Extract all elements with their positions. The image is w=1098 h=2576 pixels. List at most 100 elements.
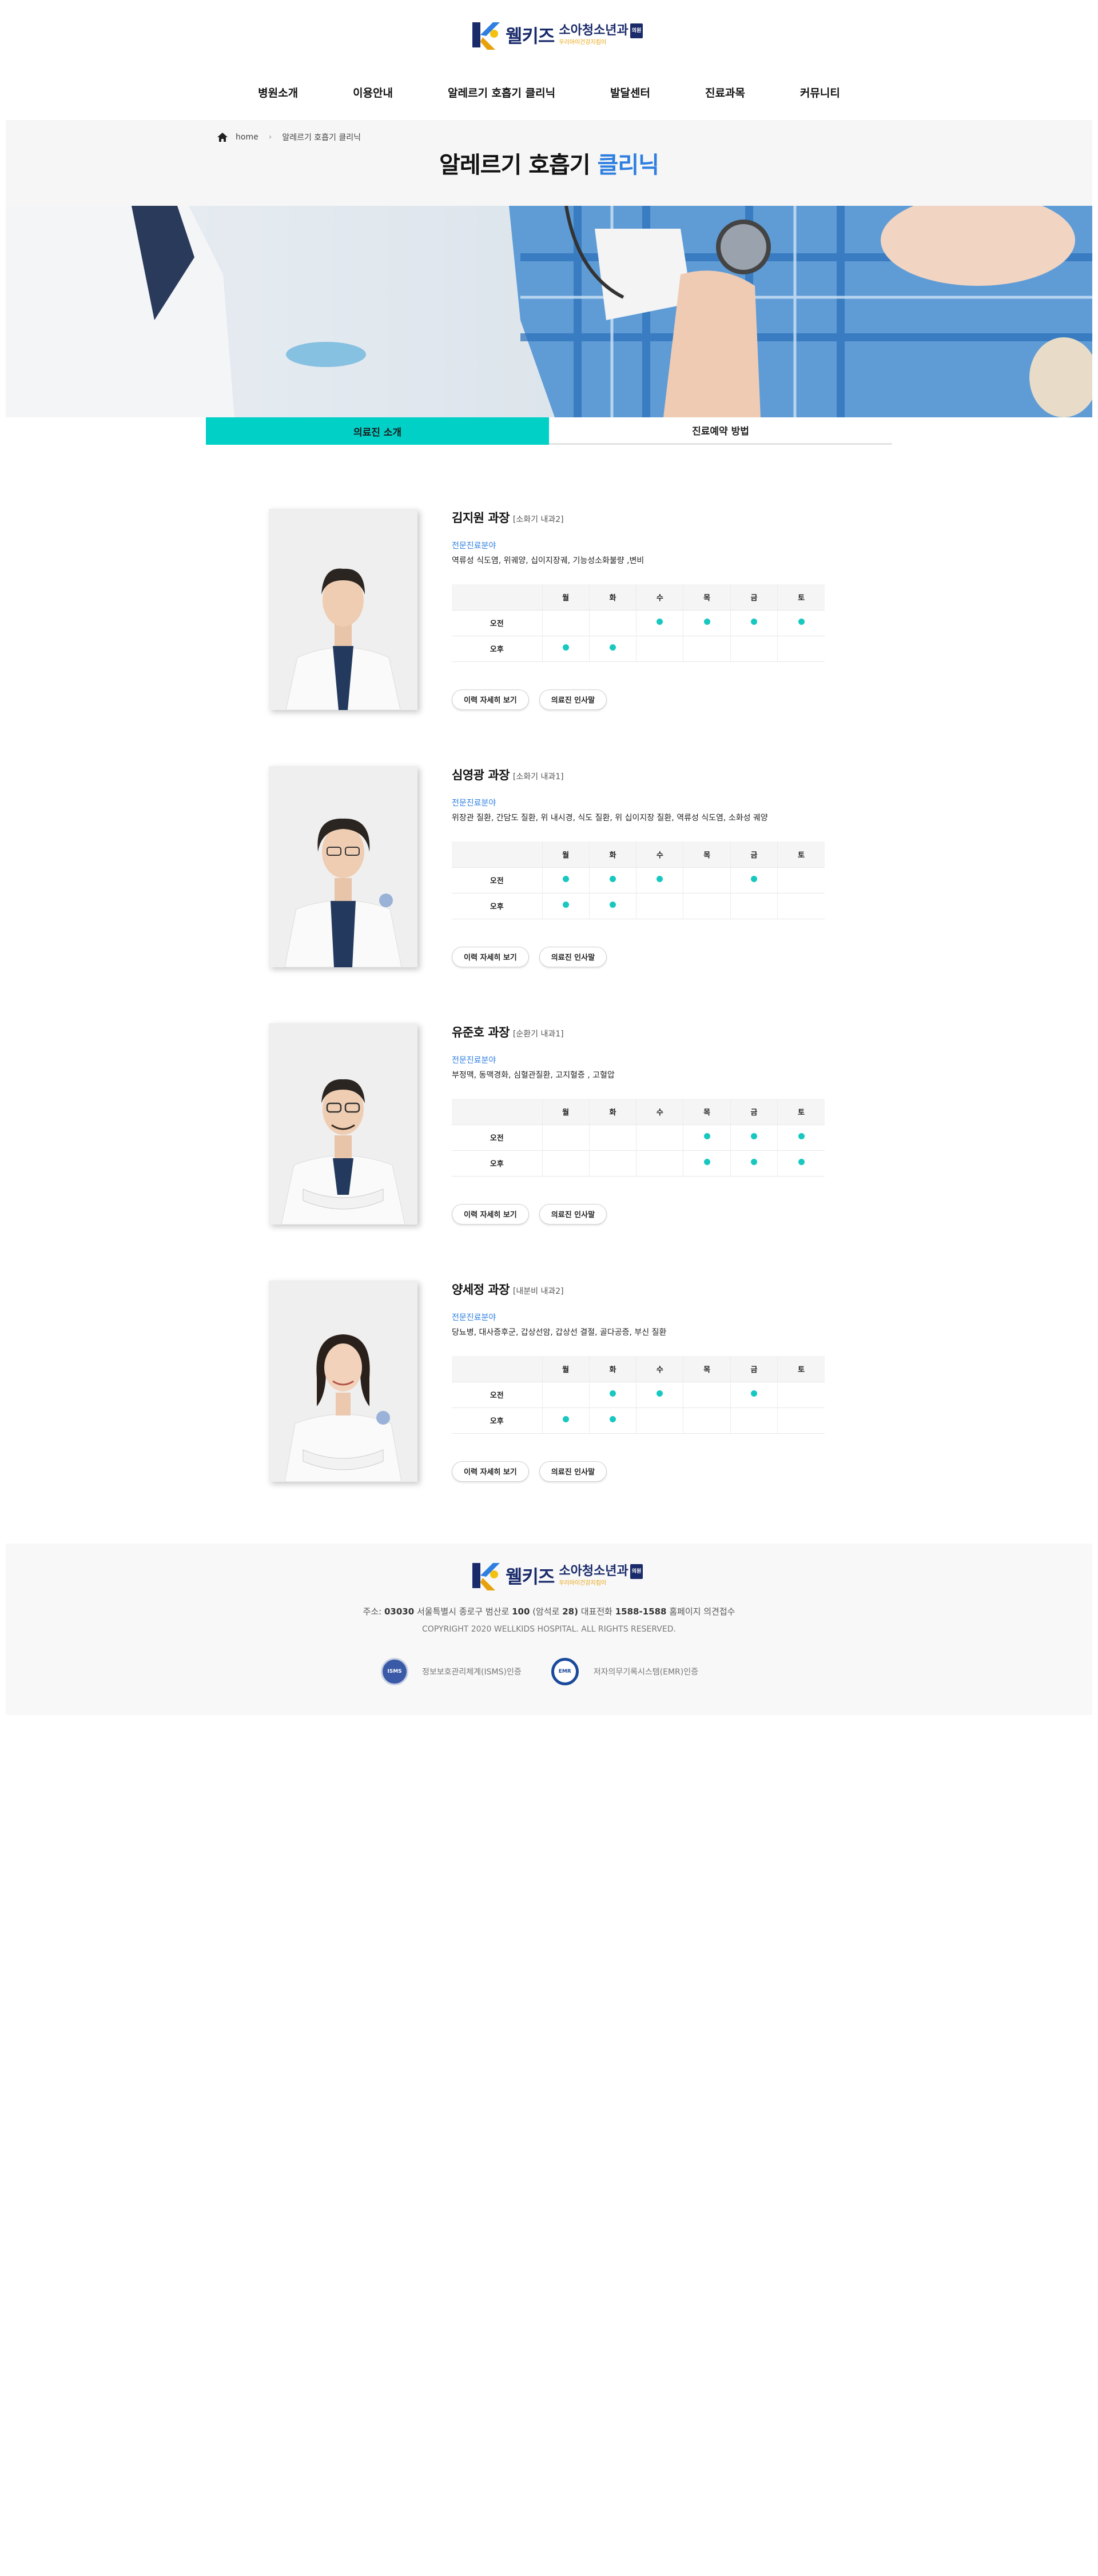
history-detail-button[interactable]: 이력 자세히 보기 (452, 946, 529, 967)
nav-item-allergy-clinic[interactable]: 알레르기 호흡기 클리닉 (448, 85, 555, 100)
specialty-label: 전문진료분야 (452, 541, 496, 551)
logo-sub-text: 소아청소년과 (559, 23, 628, 38)
schedule-header-wed: 수 (636, 1099, 683, 1125)
schedule-cell-am-sat (777, 1382, 825, 1408)
schedule-header-wed: 수 (636, 1356, 683, 1382)
schedule-cell-pm-thu (683, 1407, 731, 1434)
available-dot-icon (657, 876, 663, 882)
page-title-main: 알레르기 호흡기 (439, 152, 591, 178)
doctor-name: 양세정 과장 (452, 1283, 510, 1297)
greeting-button[interactable]: 의료진 인사말 (539, 1203, 607, 1225)
tab-medical-staff[interactable]: 의료진 소개 (206, 417, 549, 445)
main-navigation: 병원소개 이용안내 알레르기 호흡기 클리닉 발달센터 진료과목 커뮤니티 (0, 85, 1098, 100)
schedule-cell-pm-fri (730, 893, 778, 919)
schedule-header-mon: 월 (542, 1356, 590, 1382)
breadcrumb-home[interactable]: home (236, 133, 258, 142)
schedule-row-label: 오후 (452, 1150, 542, 1177)
schedule-cell-am-sat (777, 867, 825, 894)
specialty-label: 전문진료분야 (452, 1313, 496, 1322)
specialty-text: 부정맥, 동맥경화, 심혈관질환, 고지혈증 , 고혈압 (452, 1071, 615, 1080)
schedule-cell-pm-tue (588, 893, 636, 919)
phone-number[interactable]: 1588-1588 (615, 1606, 667, 1617)
available-dot-icon (750, 1390, 757, 1397)
greeting-button[interactable]: 의료진 인사말 (539, 1461, 607, 1482)
schedule-cell-am-thu (683, 1382, 731, 1408)
doctor-name: 심영광 과장 (452, 768, 510, 782)
available-dot-icon (750, 1159, 757, 1165)
logo-badge: 의원 (630, 23, 643, 38)
site-header: 웰키즈 소아청소년과 의원 우리아이건강지킴이 병원소개 이용안내 알레르기 호흡… (0, 0, 1098, 120)
schedule-header-mon: 월 (542, 584, 590, 611)
schedule-cell-am-thu (683, 610, 731, 636)
available-dot-icon (750, 1133, 757, 1139)
schedule-cell-pm-tue (588, 636, 636, 662)
schedule-header-wed: 수 (636, 584, 683, 611)
schedule-table: 월 화 수 목 금 토 오전 오후 (452, 1099, 825, 1177)
history-detail-button[interactable]: 이력 자세히 보기 (452, 1203, 529, 1225)
schedule-header-fri: 금 (730, 584, 778, 611)
feedback-link[interactable]: 홈페이지 의견접수 (669, 1606, 735, 1617)
address-extra: (암석로 (532, 1606, 560, 1617)
doctor-department: [소화기 내과2] (512, 515, 564, 524)
specialty-label: 전문진료분야 (452, 799, 496, 808)
schedule-cell-pm-thu (683, 893, 731, 919)
greeting-button[interactable]: 의료진 인사말 (539, 689, 607, 710)
schedule-cell-pm-sat (777, 1407, 825, 1434)
schedule-cell-am-fri (730, 867, 778, 894)
nav-item-guide[interactable]: 이용안내 (353, 85, 393, 100)
available-dot-icon (750, 876, 757, 882)
copyright: COPYRIGHT 2020 WELLKIDS HOSPITAL. ALL RI… (422, 1625, 676, 1634)
schedule-cell-am-sat (777, 1124, 825, 1151)
history-detail-button[interactable]: 이력 자세히 보기 (452, 689, 529, 710)
logo-main-text: 웰키즈 (506, 25, 555, 47)
greeting-button[interactable]: 의료진 인사말 (539, 946, 607, 967)
nav-item-development-center[interactable]: 발달센터 (610, 85, 650, 100)
schedule-header-mon: 월 (542, 842, 590, 868)
available-dot-icon (562, 644, 569, 651)
available-dot-icon (609, 876, 616, 882)
schedule-cell-pm-sat (777, 893, 825, 919)
schedule-cell-pm-thu (683, 1150, 731, 1177)
breadcrumb-current: 알레르기 호흡기 클리닉 (282, 133, 361, 142)
schedule-cell-am-wed (636, 610, 683, 636)
site-logo[interactable]: 웰키즈 소아청소년과 의원 우리아이건강지킴이 (467, 15, 643, 55)
schedule-cell-pm-fri (730, 1150, 778, 1177)
schedule-row-label: 오후 (452, 893, 542, 919)
page-title: 알레르기 호흡기 클리닉 (6, 146, 1092, 180)
schedule-cell-pm-wed (636, 893, 683, 919)
schedule-cell-am-sat (777, 610, 825, 636)
nav-item-about[interactable]: 병원소개 (258, 85, 298, 100)
nav-item-departments[interactable]: 진료과목 (705, 85, 745, 100)
schedule-cell-pm-sat (777, 636, 825, 662)
schedule-row-label: 오전 (452, 867, 542, 894)
cert-isms-label: 정보보호관리체계(ISMS)인증 (422, 1668, 522, 1677)
schedule-header-tue: 화 (588, 842, 636, 868)
logo-tagline: 우리아이건강지킴이 (559, 39, 607, 46)
schedule-cell-am-tue (588, 867, 636, 894)
history-detail-button[interactable]: 이력 자세히 보기 (452, 1461, 529, 1482)
schedule-cell-am-mon (542, 1382, 590, 1408)
footer-logo-main-text: 웰키즈 (506, 1566, 555, 1588)
available-dot-icon (657, 1390, 663, 1397)
doctor-photo (269, 766, 417, 967)
emr-badge-icon: EMR (551, 1658, 579, 1685)
nav-item-community[interactable]: 커뮤니티 (800, 85, 840, 100)
schedule-header-fri: 금 (730, 1099, 778, 1125)
tab-reservation-method[interactable]: 진료예약 방법 (549, 417, 892, 445)
cert-emr-label: 저자의무기록시스템(EMR)인증 (593, 1668, 698, 1677)
available-dot-icon (798, 619, 805, 625)
footer-logo-sub-text: 소아청소년과 (559, 1564, 628, 1578)
schedule-row-pm: 오후 (452, 893, 825, 919)
footer-logo[interactable]: 웰키즈 소아청소년과 의원 우리아이건강지킴이 (467, 1558, 643, 1593)
schedule-row-pm: 오후 (452, 636, 825, 662)
home-icon[interactable] (217, 133, 228, 142)
schedule-row-label: 오전 (452, 1382, 542, 1408)
schedule-header-fri: 금 (730, 842, 778, 868)
site-footer: 웰키즈 소아청소년과 의원 우리아이건강지킴이 주소: 03030 서울특별시 종… (6, 1544, 1092, 1715)
specialty-text: 위장관 질환, 간담도 질환, 위 내시경, 식도 질환, 위 십이지장 질환,… (452, 814, 768, 823)
schedule-cell-pm-mon (542, 893, 590, 919)
schedule-cell-am-mon (542, 867, 590, 894)
schedule-header-cell (452, 1356, 542, 1382)
doctor-card: 심영광 과장 [소화기 내과1] 전문진료분야 위장관 질환, 간담도 질환, 위… (269, 766, 841, 972)
address-zip: 03030 (384, 1606, 415, 1617)
